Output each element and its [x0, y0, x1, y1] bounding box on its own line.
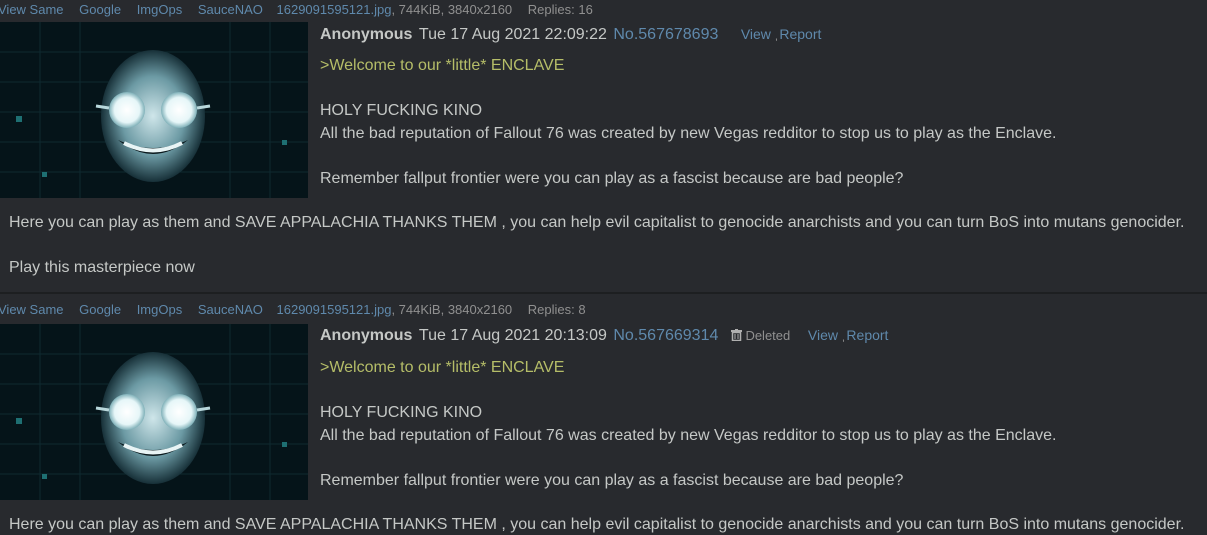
- saucenao-link[interactable]: SauceNAO: [198, 2, 263, 18]
- post-number[interactable]: No.567669314: [613, 327, 718, 344]
- poster-name: Anonymous: [320, 327, 413, 344]
- post: View Same Google ImgOps SauceNAO 1629091…: [0, 0, 1207, 292]
- post-text-line: Remember fallput frontier were you can p…: [320, 170, 904, 187]
- file-info: View Same Google ImgOps SauceNAO 1629091…: [0, 2, 593, 18]
- report-link[interactable]: Report: [846, 327, 888, 343]
- deleted-label: Deleted: [745, 328, 791, 343]
- greentext-line: >Welcome to our *little* ENCLAVE: [320, 57, 565, 74]
- post-date: Tue 17 Aug 2021 22:09:22: [418, 26, 607, 43]
- replies-count[interactable]: Replies: 16: [528, 2, 593, 18]
- masked-face-thumbnail-icon: [0, 324, 308, 500]
- post-date: Tue 17 Aug 2021 20:13:09: [418, 327, 607, 344]
- post-text-line: All the bad reputation of Fallout 76 was…: [320, 427, 1057, 444]
- post-text-line: Here you can play as them and SAVE APPAL…: [9, 516, 1185, 533]
- post-text-line: Play this masterpiece now: [9, 259, 195, 276]
- post: View Same Google ImgOps SauceNAO 1629091…: [0, 294, 1207, 533]
- view-link[interactable]: View: [808, 327, 838, 343]
- view-same-link[interactable]: View Same: [0, 2, 64, 18]
- post-text-line: All the bad reputation of Fallout 76 was…: [320, 125, 1057, 142]
- file-meta: , 744KiB, 3840x2160: [391, 2, 513, 17]
- view-link[interactable]: View: [741, 26, 771, 42]
- post-header: Anonymous Tue 17 Aug 2021 20:13:09 No.56…: [320, 325, 888, 354]
- saucenao-link[interactable]: SauceNAO: [198, 302, 263, 318]
- google-link[interactable]: Google: [79, 302, 121, 318]
- greentext-line: >Welcome to our *little* ENCLAVE: [320, 359, 565, 376]
- imgops-link[interactable]: ImgOps: [137, 302, 183, 318]
- masked-face-thumbnail-icon: [0, 22, 308, 198]
- imgops-link[interactable]: ImgOps: [137, 2, 183, 18]
- report-link[interactable]: Report: [779, 26, 821, 42]
- post-thumbnail[interactable]: [0, 324, 308, 500]
- poster-name: Anonymous: [320, 26, 413, 43]
- post-text-line: HOLY FUCKING KINO: [320, 102, 483, 119]
- filename-link[interactable]: 1629091595121.jpg: [277, 302, 392, 318]
- post-text-line: Remember fallput frontier were you can p…: [320, 472, 904, 489]
- trash-icon: [730, 327, 742, 347]
- post-text-line: HOLY FUCKING KINO: [320, 404, 483, 421]
- deleted-badge: Deleted: [730, 328, 794, 343]
- post-header: Anonymous Tue 17 Aug 2021 22:09:22 No.56…: [320, 24, 821, 53]
- post-number[interactable]: No.567678693: [613, 26, 718, 43]
- post-text-line: Here you can play as them and SAVE APPAL…: [9, 214, 1185, 231]
- post-thumbnail[interactable]: [0, 22, 308, 198]
- view-same-link[interactable]: View Same: [0, 302, 64, 318]
- replies-count[interactable]: Replies: 8: [528, 302, 586, 318]
- file-meta: , 744KiB, 3840x2160: [391, 302, 513, 317]
- filename-link[interactable]: 1629091595121.jpg: [277, 2, 392, 18]
- file-info: View Same Google ImgOps SauceNAO 1629091…: [0, 302, 586, 318]
- google-link[interactable]: Google: [79, 2, 121, 18]
